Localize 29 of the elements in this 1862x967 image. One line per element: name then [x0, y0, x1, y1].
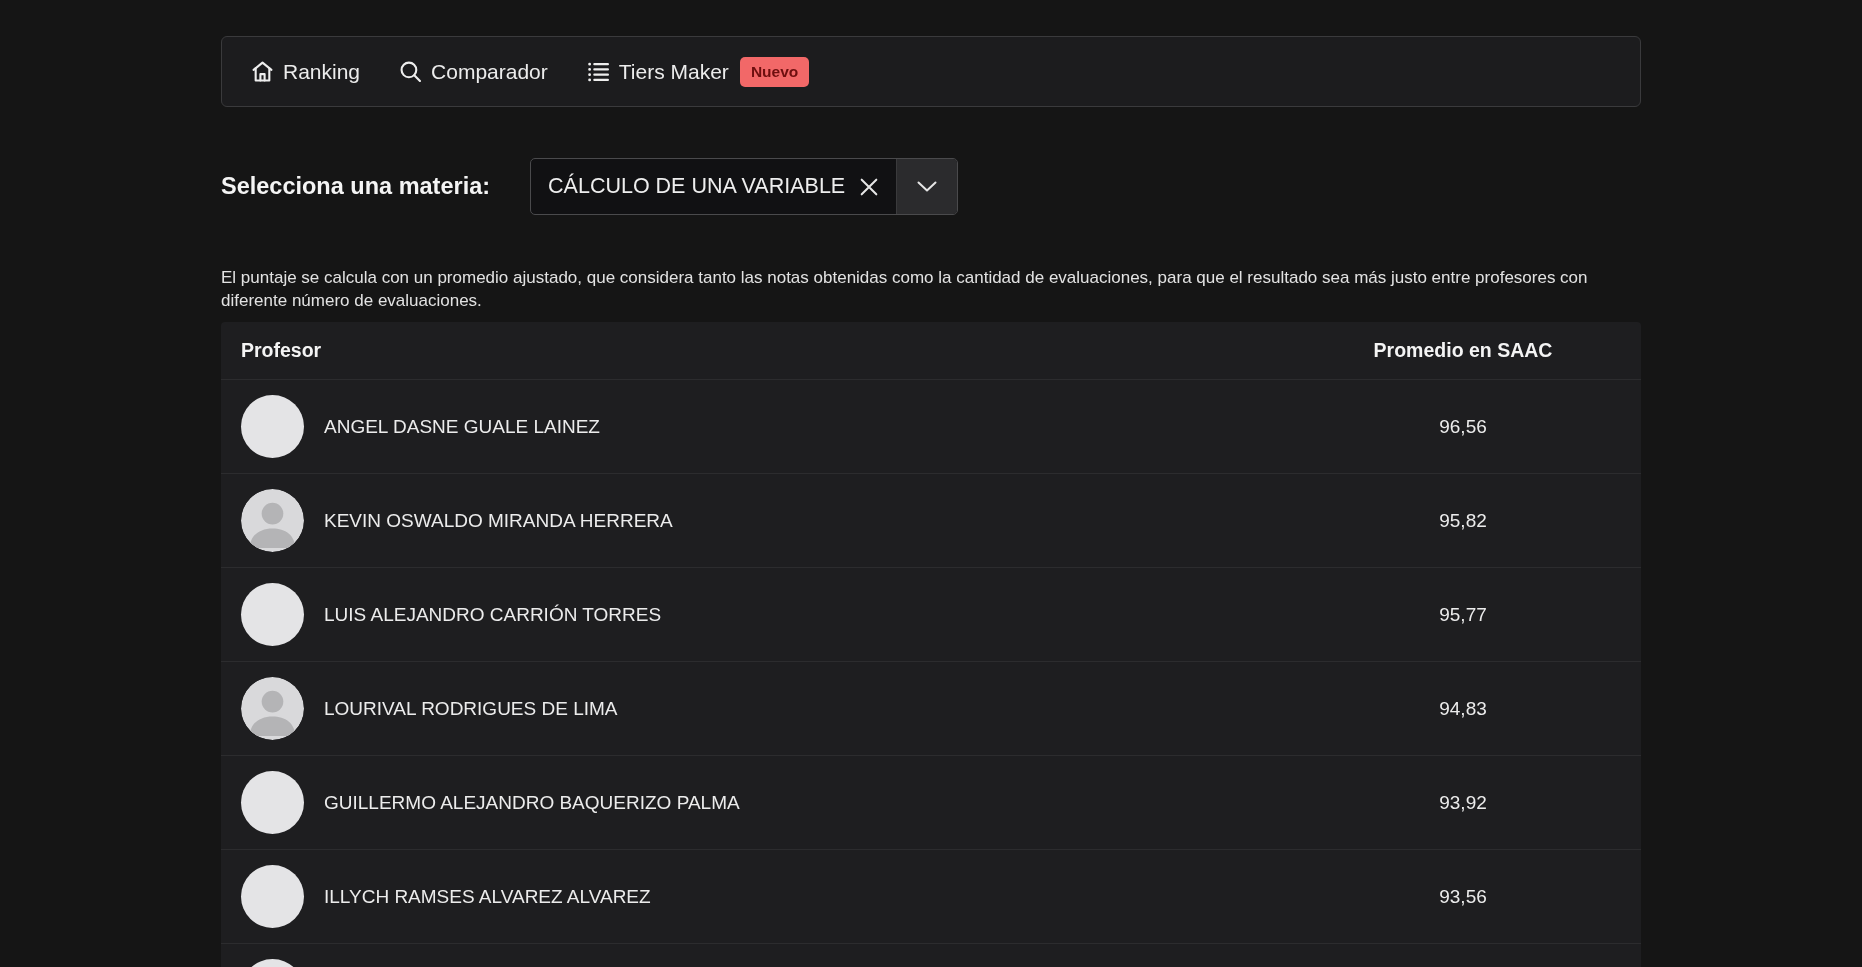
professor-name: LUIS ALEJANDRO CARRIÓN TORRES: [324, 603, 662, 626]
select-label: Selecciona una materia:: [221, 173, 491, 200]
home-icon: [252, 61, 273, 82]
select-value: CÁLCULO DE UNA VARIABLE: [547, 172, 846, 200]
new-badge: Nuevo: [739, 56, 810, 87]
search-icon: [400, 61, 422, 82]
default-avatar-icon: [241, 677, 304, 740]
average-score: 93,92: [1439, 791, 1487, 814]
column-header: Promedio en SAAC: [1373, 339, 1553, 362]
professor-name: ANGEL DASNE GUALE LAINEZ: [324, 415, 600, 438]
professor-name: ILLYCH RAMSES ALVAREZ ALVAREZ: [324, 885, 651, 908]
professor-name: LOURIVAL RODRIGUES DE LIMA: [324, 697, 618, 720]
description-text: El puntaje se calcula con un promedio ajustado, que considera tanto las notas obtenidas como la cantidad de evaluaciones, para que el resultado sea más justo entre profesores con diferente número de evaluaciones.: [221, 267, 1589, 312]
professor-name: KEVIN OSWALDO MIRANDA HERRERA: [324, 509, 673, 532]
average-score: 94,83: [1439, 697, 1487, 720]
nav-link[interactable]: Comparador: [400, 59, 548, 84]
column-header: Profesor: [241, 339, 323, 362]
chevron-down-icon: [917, 181, 938, 192]
nav-link[interactable]: Ranking: [252, 59, 361, 84]
average-score: 95,82: [1439, 509, 1487, 532]
default-avatar-icon: [241, 489, 304, 552]
list-icon: [587, 61, 609, 82]
close-icon: [860, 177, 879, 196]
average-score: 96,56: [1439, 415, 1487, 438]
professor-name: GUILLERMO ALEJANDRO BAQUERIZO PALMA: [324, 791, 740, 814]
average-score: 93,56: [1439, 885, 1487, 908]
average-score: 95,77: [1439, 603, 1487, 626]
subject-select[interactable]: CÁLCULO DE UNA VARIABLE: [530, 158, 959, 215]
nav-link[interactable]: Tiers Maker: [587, 59, 729, 84]
